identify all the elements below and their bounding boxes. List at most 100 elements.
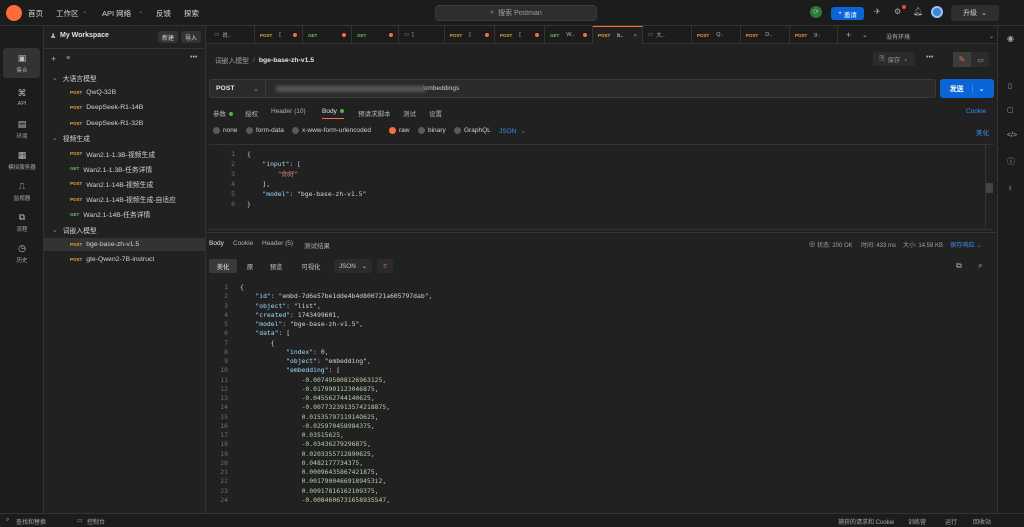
edit-icon[interactable]: ✎ <box>953 52 971 67</box>
rail-apis[interactable]: ⌘ API <box>0 88 44 107</box>
response-body[interactable]: 1{ 2 "id": "embd-7d6e57be1dde4b4d800721a… <box>214 283 432 505</box>
eye-icon[interactable]: ◉ <box>1007 34 1014 43</box>
rail-history[interactable]: ◷ 历史 <box>0 243 44 264</box>
request-item[interactable]: POST Wan2.1-14B-视频生成-自适应 <box>44 193 206 206</box>
body-format-select[interactable]: JSON ⌄ <box>499 127 526 136</box>
capture-button[interactable]: 捕获的请求和 Cookie <box>838 517 894 526</box>
code-icon[interactable]: </> <box>1007 132 1017 139</box>
send-button[interactable]: 发送 ⌄ <box>940 79 994 98</box>
folder-item[interactable]: ⌄ 大语言模型 <box>44 71 206 84</box>
folder-item[interactable]: ⌄ 视频生成 <box>44 132 206 145</box>
close-icon[interactable]: × <box>634 33 637 39</box>
request-tab[interactable]: ▭ 说.. <box>209 26 255 44</box>
bootcamp-button[interactable]: 训练营 <box>908 517 926 526</box>
filter-icon[interactable]: ≡ <box>66 55 70 62</box>
body-type-form-data[interactable]: form-data <box>246 127 284 134</box>
invite-button[interactable]: + 邀请 <box>831 7 864 20</box>
find-replace-button[interactable]: 查找和替换 <box>16 517 46 526</box>
sync-icon[interactable]: ⟳ <box>810 6 822 18</box>
more-icon[interactable]: ••• <box>926 54 933 61</box>
cookie-link[interactable]: Cookie <box>966 108 986 115</box>
satellite-icon[interactable]: ✈ <box>874 7 881 16</box>
request-tab[interactable]: GET W.. <box>545 26 593 44</box>
tab-auth[interactable]: 授权 <box>245 108 258 118</box>
response-format-select[interactable]: JSON ⌄ <box>334 259 372 273</box>
avatar[interactable] <box>931 6 943 18</box>
body-type-graphql[interactable]: GraphQL <box>454 127 491 134</box>
format-raw[interactable]: 原 <box>240 259 260 273</box>
new-button[interactable]: 新建 <box>158 31 178 43</box>
body-type-raw[interactable]: raw <box>389 127 409 134</box>
request-item[interactable]: POST Wan2.1-1.3B-视频生成 <box>44 147 206 160</box>
save-button[interactable]: ⎘ 保存 ⌄ <box>873 52 915 66</box>
response-tab-cookie[interactable]: Cookie <box>233 240 253 247</box>
request-item[interactable]: POST DeepSeek-R1-32B <box>44 117 206 130</box>
workspace-title[interactable]: My Workspace <box>60 32 109 39</box>
search-icon[interactable]: ⌕ <box>978 261 982 271</box>
scrollbar[interactable] <box>985 145 993 229</box>
copy-icon[interactable]: ⧉ <box>956 261 962 271</box>
tab-tests[interactable]: 测试 <box>403 108 416 118</box>
request-tab[interactable]: POST [ <box>445 26 495 44</box>
format-visualize[interactable]: 可视化 <box>294 259 328 273</box>
nav-home[interactable]: 首页 <box>28 8 43 19</box>
documentation-icon[interactable]: ▯ <box>1008 82 1012 90</box>
trash-button[interactable]: 回收站 <box>973 517 991 526</box>
request-item[interactable]: POST QwQ-32B <box>44 86 206 99</box>
search-input[interactable]: ⌕ 搜索 Postman <box>435 5 597 21</box>
request-tab[interactable]: POST Q.. <box>692 26 741 44</box>
request-tab[interactable]: POST b.. × <box>593 26 643 44</box>
request-tab[interactable]: POST D.. <box>741 26 790 44</box>
request-tab[interactable]: POST [ <box>255 26 303 44</box>
request-item[interactable]: GET Wan2.1-14B-任务详情 <box>44 208 206 221</box>
environment-select[interactable]: 没有环境 ⌄ <box>886 30 994 42</box>
tab-body[interactable]: Body <box>322 108 344 119</box>
response-tab-headers[interactable]: Header (5) <box>262 240 293 247</box>
format-pretty[interactable]: 美化 <box>209 259 237 273</box>
nav-workspaces[interactable]: 工作区 <box>56 8 79 19</box>
rail-flows[interactable]: ⧉ 流程 <box>0 212 44 233</box>
request-body-editor[interactable]: 1{ 2 "input": [ 3 "你好" 4 ], 5 "model": "… <box>209 144 994 230</box>
postman-logo[interactable] <box>6 5 22 21</box>
save-response-button[interactable]: 保存响应 ⌄ <box>950 240 982 249</box>
body-type-binary[interactable]: binary <box>418 127 446 134</box>
new-tab-icon[interactable]: + <box>846 30 851 40</box>
request-item[interactable]: POST DeepSeek-R1-14B <box>44 101 206 114</box>
more-icon[interactable]: ••• <box>190 54 197 61</box>
request-item[interactable]: POST gte-Qwen2-7B-instruct <box>44 253 206 266</box>
nav-api-network[interactable]: API 网络 <box>102 8 131 19</box>
add-icon[interactable]: + <box>51 54 56 64</box>
method-select[interactable]: POST ⌄ <box>210 80 266 97</box>
lightbulb-icon[interactable]: ♁ <box>1007 183 1013 192</box>
body-type-x-www-form-urlencoded[interactable]: x-www-form-urlencoded <box>292 127 371 134</box>
tab-headers[interactable]: Header (10) <box>271 108 306 115</box>
rail-monitors[interactable]: ⎍ 监视器 <box>0 181 44 202</box>
request-item[interactable]: GET Wan2.1-1.3B-任务详情 <box>44 162 206 175</box>
tab-pre-request-script[interactable]: 预请求脚本 <box>358 108 391 118</box>
request-tab[interactable]: GET <box>352 26 399 44</box>
tabs-menu-icon[interactable]: ⌄ <box>862 31 868 39</box>
request-tab[interactable]: POST g.. <box>790 26 838 44</box>
rail-mock-servers[interactable]: ▦ 模拟服务器 <box>0 150 44 171</box>
folder-item[interactable]: ⌄ 词嵌入模型 <box>44 223 206 236</box>
wrap-lines-icon[interactable]: ≡ <box>377 259 393 273</box>
request-tab[interactable]: GET <box>303 26 352 44</box>
runner-button[interactable]: 运行 <box>945 517 957 526</box>
body-type-none[interactable]: none <box>213 127 237 134</box>
request-item[interactable]: POST Wan2.1-14B-视频生成 <box>44 177 206 190</box>
nav-feedback[interactable]: 反馈 <box>156 8 171 19</box>
rail-environments[interactable]: ▤ 环境 <box>0 119 44 140</box>
tab-settings[interactable]: 设置 <box>429 108 442 118</box>
request-tab[interactable]: ▭ 大.. <box>643 26 692 44</box>
info-icon[interactable]: ⓘ <box>1007 156 1015 167</box>
response-tab-test-results[interactable]: 测试结果 <box>304 240 330 250</box>
format-preview[interactable]: 预览 <box>262 259 290 273</box>
url-input[interactable]: /embeddings <box>266 80 459 97</box>
rail-collections[interactable]: ▣ 集合 <box>0 53 44 74</box>
nav-explore[interactable]: 探索 <box>184 8 199 19</box>
request-tab[interactable]: ▭[ <box>399 26 445 44</box>
request-item[interactable]: POST bge-base-zh-v1.5 <box>44 238 206 252</box>
import-button[interactable]: 导入 <box>181 31 201 43</box>
upgrade-button[interactable]: 升级 ⌄ <box>951 5 999 21</box>
gear-icon[interactable]: ⚙ <box>894 7 901 16</box>
